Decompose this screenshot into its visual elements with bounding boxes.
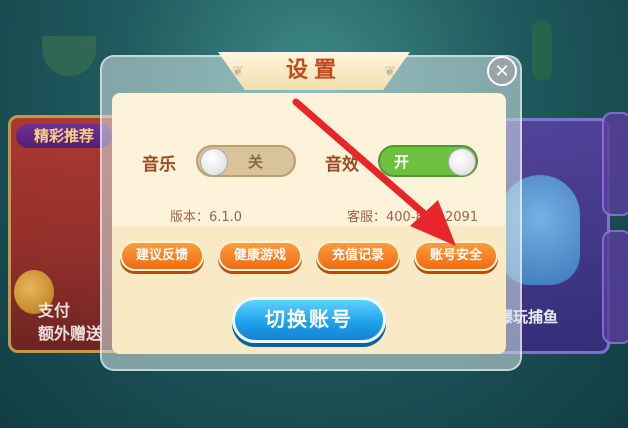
side-tab-bottom xyxy=(602,230,628,344)
feedback-button[interactable]: 建议反馈 xyxy=(120,241,204,271)
background-pot xyxy=(42,36,96,76)
close-button[interactable]: ✕ xyxy=(487,56,517,86)
close-icon: ✕ xyxy=(494,61,510,82)
service-phone-text: 客服：400-885-2091 xyxy=(347,210,479,225)
sound-toggle[interactable]: 开 xyxy=(378,145,478,177)
promo-left-line2: 额外赠送 xyxy=(38,324,103,343)
recharge-history-button[interactable]: 充值记录 xyxy=(316,241,400,271)
music-label: 音乐 xyxy=(142,155,176,175)
toggle-knob xyxy=(448,148,476,176)
promo-left-title: 精彩推荐 xyxy=(16,124,112,148)
sound-label: 音效 xyxy=(325,155,359,175)
promo-left-line1: 支付 xyxy=(38,301,71,320)
music-toggle-state: 关 xyxy=(248,153,264,171)
music-toggle[interactable]: 关 xyxy=(196,145,296,177)
background-plant xyxy=(532,20,552,80)
switch-account-button[interactable]: 切换账号 xyxy=(232,297,386,343)
healthy-gaming-button[interactable]: 健康游戏 xyxy=(218,241,302,271)
side-tab-top xyxy=(602,112,628,216)
sound-toggle-state: 开 xyxy=(394,153,410,171)
account-security-button[interactable]: 账号安全 xyxy=(414,241,498,271)
dialog-title: 设置 xyxy=(285,58,342,83)
toggle-knob xyxy=(200,148,228,176)
version-text: 版本：6.1.0 xyxy=(170,210,243,225)
